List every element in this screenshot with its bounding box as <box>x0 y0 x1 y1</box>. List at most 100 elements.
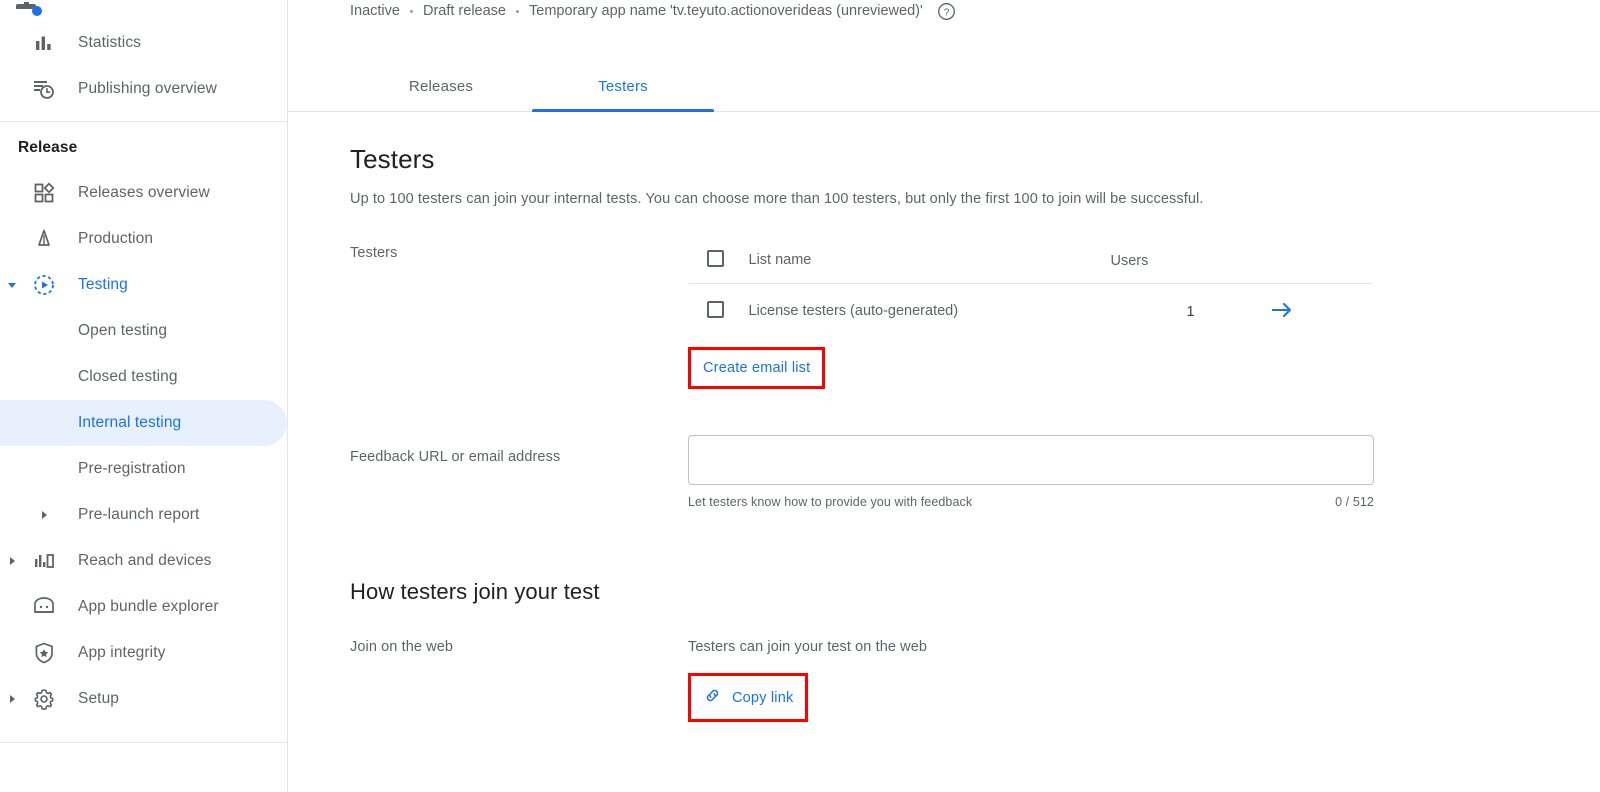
breadcrumb: Inactive Draft release Temporary app nam… <box>288 0 1600 22</box>
main-content: Inactive Draft release Temporary app nam… <box>288 0 1600 792</box>
breadcrumb-separator-dot <box>409 9 413 13</box>
sidebar-item-label: Publishing overview <box>78 80 217 97</box>
join-section-title: How testers join your test <box>350 579 600 604</box>
shield-star-icon <box>24 641 64 665</box>
sidebar-item-label: Releases overview <box>78 184 210 201</box>
join-web-row: Join on the web Testers can join your te… <box>350 639 1560 722</box>
copy-link-button[interactable]: Copy link <box>691 676 805 719</box>
inbox-badge-icon <box>16 2 42 16</box>
breadcrumb-app-name: Temporary app name 'tv.teyuto.actionover… <box>529 3 923 19</box>
sidebar-item-label: Testing <box>78 276 128 293</box>
rocket-icon <box>24 228 64 250</box>
sidebar-item-label: Statistics <box>78 34 142 51</box>
sidebar-item-releases-overview[interactable]: Releases overview <box>0 170 287 216</box>
sidebar-item-label: Pre-registration <box>78 460 186 477</box>
chevron-down-icon[interactable] <box>0 280 24 290</box>
grid-diamond-icon <box>24 182 64 204</box>
copy-link-label: Copy link <box>732 689 794 706</box>
sidebar-item-label: App integrity <box>78 644 166 661</box>
sidebar-item-pre-registration[interactable]: Pre-registration <box>0 446 287 492</box>
sidebar-item-production[interactable]: Production <box>0 216 287 262</box>
sidebar-item-internal-testing[interactable]: Internal testing <box>0 400 287 446</box>
cell-list-name: License testers (auto-generated) <box>748 302 959 319</box>
tab-releases[interactable]: Releases <box>350 78 532 111</box>
chevron-right-icon[interactable] <box>24 510 64 520</box>
android-bundle-icon <box>24 595 64 619</box>
sidebar: Statistics Publishing overview Release R… <box>0 0 288 792</box>
tab-testers[interactable]: Testers <box>532 78 714 112</box>
sidebar-item-label: Reach and devices <box>78 552 212 569</box>
sidebar-item-app-bundle-explorer[interactable]: App bundle explorer <box>0 584 287 630</box>
sidebar-item-label: Production <box>78 230 154 247</box>
create-email-list-button[interactable]: Create email list <box>691 350 822 386</box>
testers-row: Testers List name Users License testers … <box>350 237 1560 389</box>
sidebar-item-closed-testing[interactable]: Closed testing <box>0 354 287 400</box>
chevron-right-icon[interactable] <box>0 556 24 566</box>
feedback-helper-text: Let testers know how to provide you with… <box>688 495 973 509</box>
page-description: Up to 100 testers can join your internal… <box>350 191 1204 207</box>
publishing-clock-icon <box>24 77 64 101</box>
testers-table: List name Users License testers (auto-ge… <box>688 237 1374 340</box>
page-content: Testers Up to 100 testers can join your … <box>288 144 1600 722</box>
sidebar-item-label: Open testing <box>78 322 168 339</box>
feedback-row-label: Feedback URL or email address <box>350 449 561 465</box>
row-select-cell <box>689 284 749 340</box>
sidebar-item-statistics[interactable]: Statistics <box>0 20 287 66</box>
feedback-helper-row: Let testers know how to provide you with… <box>688 495 1374 509</box>
copy-link-annotation: Copy link <box>688 673 809 722</box>
select-all-checkbox[interactable] <box>707 250 724 267</box>
sidebar-item-open-testing[interactable]: Open testing <box>0 308 287 354</box>
cell-users: 1 <box>1186 303 1195 320</box>
header-users: Users <box>1110 252 1149 269</box>
feedback-row-field: Let testers know how to provide you with… <box>688 435 1374 509</box>
sidebar-item-label: Internal testing <box>78 414 182 431</box>
sidebar-item-app-integrity[interactable]: App integrity <box>0 630 287 676</box>
testers-row-field: List name Users License testers (auto-ge… <box>688 237 1374 389</box>
testers-row-label: Testers <box>350 245 398 261</box>
chevron-right-icon[interactable] <box>0 694 24 704</box>
page-title: Testers <box>350 144 435 174</box>
arrow-right-icon[interactable] <box>1271 301 1293 319</box>
breadcrumb-separator-dot <box>516 9 519 13</box>
sidebar-item-testing[interactable]: Testing <box>0 262 287 308</box>
sidebar-item-label: Setup <box>78 690 120 707</box>
table-row[interactable]: License testers (auto-generated) 1 <box>689 284 1374 340</box>
sidebar-partial-top-icon[interactable] <box>0 0 287 20</box>
play-console-page: Statistics Publishing overview Release R… <box>0 0 1600 792</box>
link-chain-icon <box>703 686 722 709</box>
select-all-cell <box>689 238 749 284</box>
sidebar-item-reach-and-devices[interactable]: Reach and devices <box>0 538 287 584</box>
reach-devices-icon <box>24 550 64 572</box>
feedback-char-counter: 0 / 512 <box>1335 495 1374 509</box>
table-head: List name Users <box>689 238 1374 284</box>
breadcrumb-release: Draft release <box>422 3 506 19</box>
svg-text:?: ? <box>943 7 949 18</box>
feedback-row: Feedback URL or email address Let tester… <box>350 435 1560 509</box>
testing-play-icon <box>24 273 64 297</box>
gear-icon <box>24 687 64 711</box>
sidebar-section-title: Release <box>18 139 78 156</box>
help-circle-icon[interactable]: ? <box>937 2 956 21</box>
create-email-list-annotation: Create email list <box>688 347 826 389</box>
sidebar-divider <box>0 121 288 122</box>
cell-open-action[interactable] <box>1271 284 1374 340</box>
sidebar-item-label: Closed testing <box>78 368 178 385</box>
join-web-value: Testers can join your test on the web <box>688 639 928 655</box>
sidebar-item-pre-launch-report[interactable]: Pre-launch report <box>0 492 287 538</box>
table-header-row: List name Users <box>689 238 1374 284</box>
sidebar-bottom-divider <box>0 742 288 743</box>
bar-chart-icon <box>24 32 64 54</box>
row-checkbox[interactable] <box>707 301 724 318</box>
table-body: License testers (auto-generated) 1 <box>689 284 1374 340</box>
sidebar-item-setup[interactable]: Setup <box>0 676 287 722</box>
header-list-name: List name <box>748 251 812 268</box>
feedback-input[interactable] <box>688 435 1374 485</box>
sidebar-item-label: Pre-launch report <box>78 506 200 523</box>
breadcrumb-status: Inactive <box>350 3 400 19</box>
sidebar-item-label: App bundle explorer <box>78 598 219 615</box>
join-web-label: Join on the web <box>350 639 454 655</box>
join-web-field: Testers can join your test on the web Co… <box>688 639 927 722</box>
tab-bar: Releases Testers <box>288 56 1600 112</box>
header-actions <box>1271 238 1374 284</box>
sidebar-item-publishing-overview[interactable]: Publishing overview <box>0 66 287 112</box>
